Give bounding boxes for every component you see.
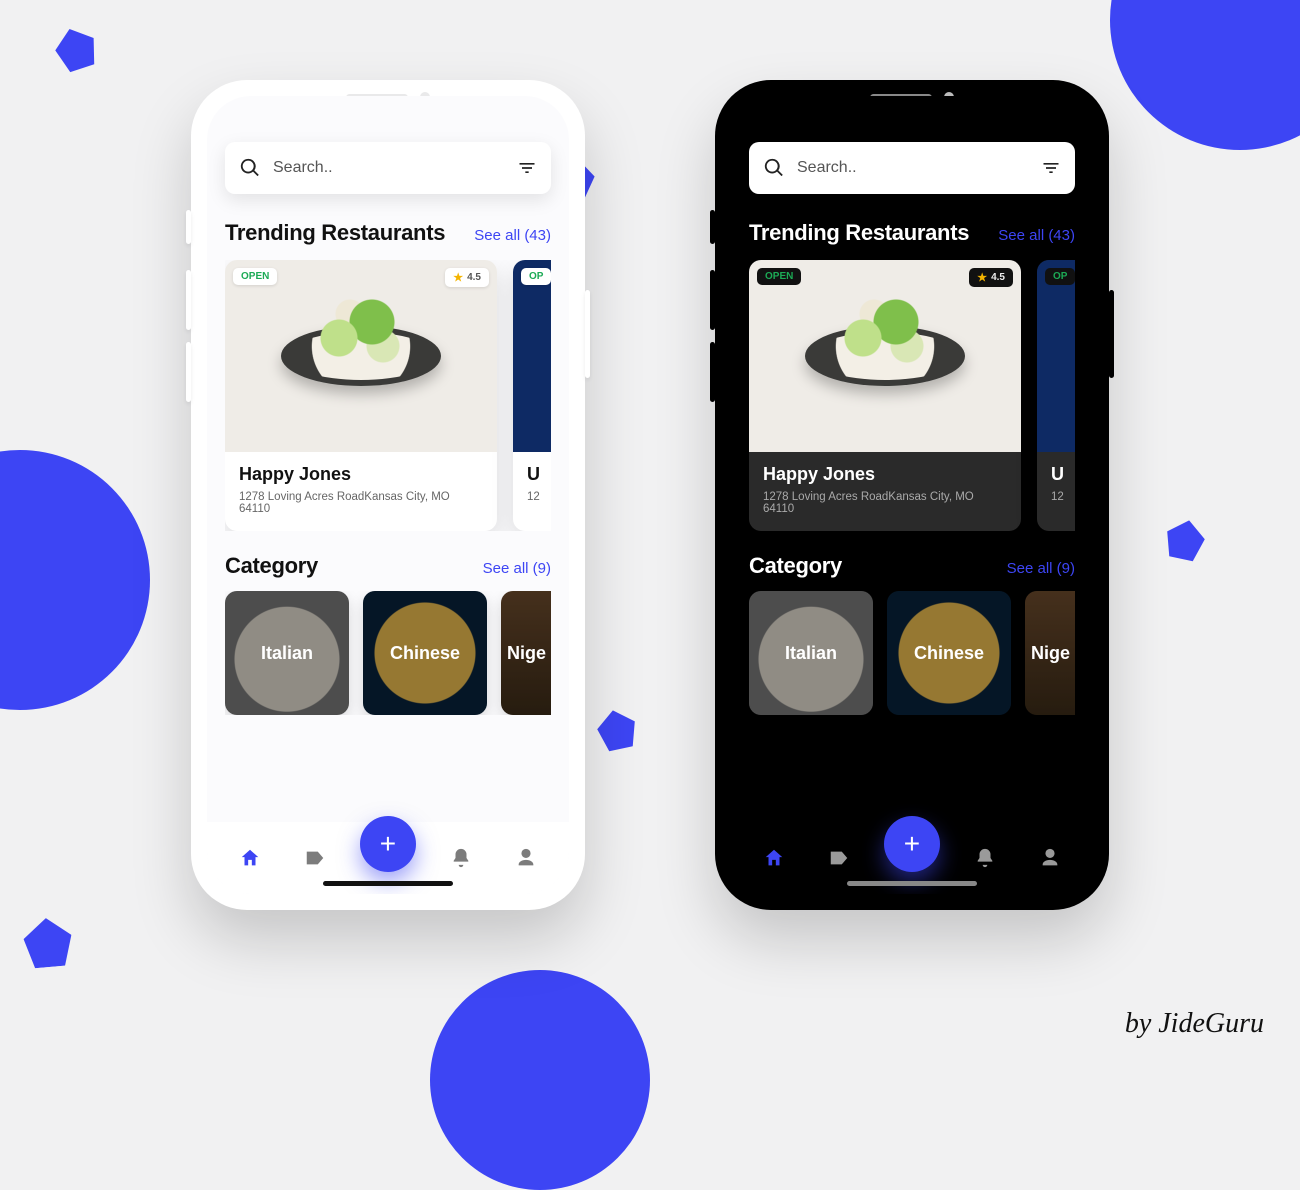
search-input[interactable] xyxy=(273,159,505,177)
plus-icon: + xyxy=(904,828,920,860)
category-see-all[interactable]: See all (9) xyxy=(483,560,551,577)
category-label: Chinese xyxy=(390,643,460,664)
rating-badge: ★ 4.5 xyxy=(445,268,489,287)
status-badge: OPEN xyxy=(757,268,801,285)
home-indicator xyxy=(323,881,453,886)
category-label: Nige xyxy=(1031,643,1070,664)
decoration-pentagon xyxy=(21,916,75,970)
search-bar[interactable] xyxy=(749,142,1075,194)
category-label: Italian xyxy=(785,643,837,664)
status-badge: OPEN xyxy=(233,268,277,285)
search-icon xyxy=(239,157,261,179)
restaurant-image: OPEN ★ 4.5 xyxy=(225,260,497,452)
nav-user[interactable] xyxy=(506,838,546,878)
star-icon: ★ xyxy=(977,271,987,284)
trending-title: Trending Restaurants xyxy=(225,220,445,246)
trending-carousel[interactable]: OPEN ★ 4.5 Happy Jones 1278 Loving Acres… xyxy=(749,260,1075,531)
restaurant-card[interactable]: OP U 12 xyxy=(1037,260,1075,531)
star-icon: ★ xyxy=(453,271,463,284)
category-card[interactable]: Italian xyxy=(749,591,873,715)
restaurant-image: OP xyxy=(513,260,551,452)
category-card[interactable]: Chinese xyxy=(887,591,1011,715)
plus-icon: + xyxy=(380,828,396,860)
category-label: Nige xyxy=(507,643,546,664)
status-badge: OP xyxy=(521,268,551,285)
nav-label[interactable] xyxy=(295,838,335,878)
restaurant-image: OP xyxy=(1037,260,1075,452)
decoration-circle xyxy=(430,970,650,1190)
home-indicator xyxy=(847,881,977,886)
nav-bell[interactable] xyxy=(441,838,481,878)
category-card[interactable]: Nige xyxy=(501,591,551,715)
rating-badge: ★ 4.5 xyxy=(969,268,1013,287)
category-card[interactable]: Chinese xyxy=(363,591,487,715)
search-bar[interactable] xyxy=(225,142,551,194)
restaurant-address: 12 xyxy=(1051,491,1075,503)
nav-bell[interactable] xyxy=(965,838,1005,878)
search-input[interactable] xyxy=(797,159,1029,177)
category-title: Category xyxy=(225,553,318,579)
nav-home[interactable] xyxy=(230,838,270,878)
restaurant-image: OPEN ★ 4.5 xyxy=(749,260,1021,452)
fab-add-button[interactable]: + xyxy=(360,816,416,872)
restaurant-card[interactable]: OPEN ★ 4.5 Happy Jones 1278 Loving Acres… xyxy=(225,260,497,531)
phone-light: Trending Restaurants See all (43) OPEN ★… xyxy=(191,80,585,910)
phone-dark: Trending Restaurants See all (43) OPEN ★… xyxy=(715,80,1109,910)
nav-user[interactable] xyxy=(1030,838,1070,878)
trending-title: Trending Restaurants xyxy=(749,220,969,246)
category-carousel[interactable]: Italian Chinese Nige xyxy=(225,591,551,715)
category-label: Chinese xyxy=(914,643,984,664)
nav-label[interactable] xyxy=(819,838,859,878)
credit-text: by JideGuru xyxy=(1125,1008,1264,1040)
restaurant-address: 1278 Loving Acres RoadKansas City, MO 64… xyxy=(763,491,1007,515)
restaurant-card[interactable]: OP U 12 xyxy=(513,260,551,531)
restaurant-address: 1278 Loving Acres RoadKansas City, MO 64… xyxy=(239,491,483,515)
restaurant-card[interactable]: OPEN ★ 4.5 Happy Jones 1278 Loving Acres… xyxy=(749,260,1021,531)
restaurant-name: Happy Jones xyxy=(763,464,1007,485)
category-see-all[interactable]: See all (9) xyxy=(1007,560,1075,577)
fab-add-button[interactable]: + xyxy=(884,816,940,872)
trending-see-all[interactable]: See all (43) xyxy=(474,227,551,244)
nav-home[interactable] xyxy=(754,838,794,878)
category-label: Italian xyxy=(261,643,313,664)
category-card[interactable]: Italian xyxy=(225,591,349,715)
trending-carousel[interactable]: OPEN ★ 4.5 Happy Jones 1278 Loving Acres… xyxy=(225,260,551,531)
decoration-pentagon xyxy=(50,23,103,76)
restaurant-name: Happy Jones xyxy=(239,464,483,485)
category-carousel[interactable]: Italian Chinese Nige xyxy=(749,591,1075,715)
filter-icon[interactable] xyxy=(1041,158,1061,178)
status-badge: OP xyxy=(1045,268,1075,285)
category-card[interactable]: Nige xyxy=(1025,591,1075,715)
search-icon xyxy=(763,157,785,179)
restaurant-name: U xyxy=(527,464,551,485)
category-title: Category xyxy=(749,553,842,579)
restaurant-address: 12 xyxy=(527,491,551,503)
restaurant-name: U xyxy=(1051,464,1075,485)
trending-see-all[interactable]: See all (43) xyxy=(998,227,1075,244)
filter-icon[interactable] xyxy=(517,158,537,178)
